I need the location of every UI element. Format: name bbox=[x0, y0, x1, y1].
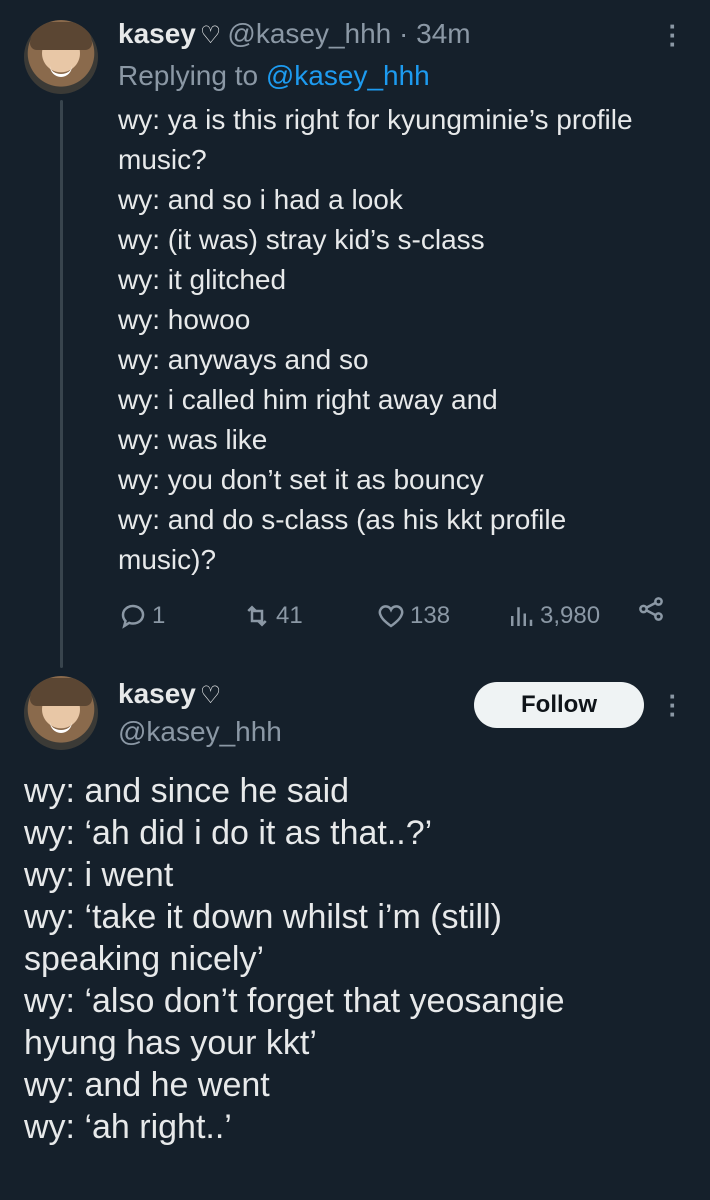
avatar[interactable] bbox=[24, 676, 98, 750]
tweet-line: music)? bbox=[118, 544, 217, 575]
timestamp[interactable]: 34m bbox=[416, 18, 470, 49]
more-icon[interactable]: · · · bbox=[668, 683, 678, 727]
tweet-line: wy: and do s-class (as his kkt profile bbox=[118, 504, 567, 535]
like-button[interactable]: 138 bbox=[376, 594, 450, 638]
tweet-line: wy: ‘also don’t forget that yeosangie bbox=[24, 982, 565, 1020]
tweet-text: wy: ya is this right for kyungminie’s pr… bbox=[118, 100, 698, 580]
tweet-actions: 1 41 138 3,980 bbox=[118, 594, 678, 638]
tweet-line: wy: howoo bbox=[118, 304, 251, 335]
tweet-line: wy: i went bbox=[24, 856, 174, 894]
tweet-line: wy: ya is this right for kyungminie’s pr… bbox=[118, 104, 633, 135]
tweet-line: wy: (it was) stray kid’s s-class bbox=[118, 224, 485, 255]
views-icon bbox=[511, 607, 533, 626]
handle[interactable]: @kasey_hhh bbox=[118, 714, 282, 750]
share-button[interactable] bbox=[636, 594, 670, 624]
reply-count: 1 bbox=[152, 602, 166, 629]
tweet-line: hyung has your kkt’ bbox=[24, 1024, 317, 1062]
tweet-line: wy: and since he said bbox=[24, 772, 350, 810]
share-icon bbox=[639, 597, 663, 621]
tweet-line: speaking nicely’ bbox=[24, 940, 265, 978]
view-count: 3,980 bbox=[540, 602, 601, 629]
tweet-line: wy: was like bbox=[118, 424, 268, 455]
retweet-count: 41 bbox=[276, 602, 303, 629]
avatar[interactable] bbox=[24, 20, 98, 94]
tweet-header: kasey ♡ @kasey_hhh bbox=[118, 676, 282, 750]
display-name[interactable]: kasey bbox=[118, 18, 196, 49]
retweet-icon bbox=[247, 605, 267, 627]
views-button[interactable]: 3,980 bbox=[506, 594, 600, 638]
reply-button[interactable]: 1 bbox=[118, 594, 165, 638]
heart-emoji: ♡ bbox=[199, 22, 222, 49]
tweet-line: wy: i called him right away and bbox=[118, 384, 498, 415]
display-name[interactable]: kasey bbox=[118, 678, 196, 709]
tweet-text: wy: and since he said wy: ‘ah did i do i… bbox=[24, 770, 694, 1148]
tweet-line: wy: and so i had a look bbox=[118, 184, 403, 215]
tweet-line: music? bbox=[118, 144, 207, 175]
tweet-line: wy: ‘ah right..’ bbox=[24, 1108, 232, 1146]
heart-emoji: ♡ bbox=[199, 682, 222, 709]
tweet-line: wy: anyways and so bbox=[118, 344, 369, 375]
reply-icon bbox=[121, 604, 145, 629]
tweet-line: wy: you don’t set it as bouncy bbox=[118, 464, 484, 495]
like-count: 138 bbox=[410, 602, 451, 629]
tweet-line: wy: ‘ah did i do it as that..?’ bbox=[24, 814, 433, 852]
tweet-line: wy: and he went bbox=[24, 1066, 270, 1104]
thread-connector-line bbox=[60, 100, 63, 668]
tweet-header: kasey ♡ @kasey_hhh · 34m bbox=[118, 14, 471, 56]
tweet-line: wy: ‘take it down whilst i’m (still) bbox=[24, 898, 502, 936]
replying-prefix: Replying to bbox=[118, 60, 259, 91]
follow-button[interactable]: Follow bbox=[474, 682, 644, 728]
tweet-line: wy: it glitched bbox=[118, 264, 287, 295]
retweet-button[interactable]: 41 bbox=[242, 594, 303, 638]
separator-dot: · bbox=[399, 18, 409, 49]
handle[interactable]: @kasey_hhh bbox=[227, 18, 391, 49]
replying-mention-link[interactable]: @kasey_hhh bbox=[266, 60, 430, 91]
more-icon[interactable]: · · · bbox=[668, 13, 678, 57]
heart-icon bbox=[378, 605, 404, 628]
replying-to: Replying to @kasey_hhh bbox=[118, 56, 430, 96]
